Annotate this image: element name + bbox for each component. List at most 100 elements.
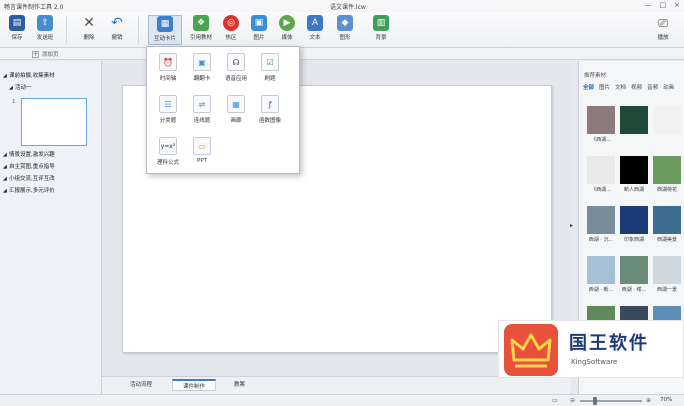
material-item[interactable]: 印象西湖 [620, 206, 648, 243]
material-thumbnail [653, 106, 681, 134]
outline-item[interactable]: ◢ 自主赏图,重点指导 [3, 162, 55, 170]
popup-item[interactable]: y=x² 理科公式 [151, 137, 185, 166]
cards-icon: ▦ [157, 16, 173, 32]
add-page-label: 添加页 [42, 52, 59, 58]
tab-courseware[interactable]: 课件制作 [172, 379, 217, 391]
zoom-value: 70% [660, 397, 673, 403]
tab-lesson-plan[interactable]: 教案 [224, 379, 255, 391]
shape-button[interactable]: ◆ 图形 [330, 15, 360, 45]
popup-item[interactable]: ☊ 语音应用 [219, 53, 253, 82]
zoom-out-icon[interactable]: ⊖ [570, 397, 575, 404]
zoom-slider-handle[interactable] [593, 397, 597, 405]
media-label: 媒体 [281, 35, 293, 41]
collapse-panel-arrow-icon[interactable]: ▸ [570, 222, 573, 229]
material-label: 西湖 · 沉... [588, 237, 614, 243]
watermark-name: 国王软件 [569, 333, 649, 354]
material-item[interactable]: 西湖一景 [653, 256, 681, 293]
shape-label: 图形 [339, 35, 351, 41]
popup-item[interactable]: ƒ 函数图像 [253, 95, 287, 124]
undo-button[interactable]: ↶ 撤销 [104, 15, 130, 45]
background-icon: ▥ [373, 15, 389, 31]
material-label: 断人西湖 [623, 187, 644, 193]
popup-item[interactable]: ⏰ 时间轴 [151, 53, 185, 82]
flip-card-icon: ▣ [193, 53, 211, 71]
crown-logo-icon [504, 324, 558, 376]
minimize-button[interactable]: — [645, 1, 652, 9]
outline-panel: ◢ 课前拍摄,收集素材 ◢ 活动一 1 ◢ 情景设置,激发兴趣 ◢ 自主赏图,重点指导 … [0, 61, 102, 394]
outline-item[interactable]: ◢ 情景设置,激发兴趣 [3, 150, 55, 158]
status-bar: ▭ ⊖ ⊕ 70% [0, 394, 684, 406]
delete-label: 删除 [83, 35, 95, 41]
material-item[interactable]: 《西湖... [587, 156, 615, 193]
material-thumbnail [620, 256, 648, 284]
material-thumbnail [653, 156, 681, 184]
picture-button[interactable]: ▣ 图片 [246, 15, 272, 45]
tab-animation[interactable]: 动画 [663, 83, 674, 91]
media-button[interactable]: ▶ 媒体 [274, 15, 300, 45]
material-item[interactable]: 西湖美景 [653, 206, 681, 243]
slide-thumbnail[interactable] [21, 98, 87, 146]
tab-image[interactable]: 图片 [599, 83, 610, 91]
classify-icon: ☷ [159, 95, 177, 113]
delete-button[interactable]: ✕ 删除 [76, 15, 102, 45]
hotspot-label: 热区 [225, 35, 237, 41]
popup-item[interactable]: ☑ 刷题 [253, 53, 287, 82]
tab-all[interactable]: 全部 [583, 83, 594, 91]
popup-item-label: 分类题 [159, 118, 177, 124]
material-item[interactable] [620, 106, 648, 136]
media-icon: ▶ [279, 15, 295, 31]
add-page-button[interactable]: + 添加页 [32, 50, 59, 58]
popup-item[interactable]: ⇌ 连线题 [185, 95, 219, 124]
popup-item[interactable]: ▦ 画廊 [219, 95, 253, 124]
interactive-card-popup: ⏰ 时间轴 ▣ 翻翻卡 ☊ 语音应用 ☑ 刷题 ☷ 分类题 ⇌ 连线题 ▦ 画廊 ƒ 函数图像 y=x² 理科公式… [146, 46, 300, 174]
delete-icon: ✕ [83, 15, 95, 31]
save-icon: ▤ [9, 15, 25, 31]
zoom-in-icon[interactable]: ⊕ [646, 397, 651, 404]
clock-icon: ⏰ [159, 53, 177, 71]
function-graph-icon: ƒ [261, 95, 279, 113]
tab-document[interactable]: 文档 [615, 83, 626, 91]
material-label: 西湖美景 [656, 237, 677, 243]
material-item[interactable]: 《西湖... [587, 106, 615, 143]
close-button[interactable]: × [674, 1, 680, 9]
file-title: 语文课件.lcw [330, 4, 366, 11]
material-label: 西湖荷花 [656, 187, 677, 193]
outline-label: 汇报展示,多元评价 [9, 188, 55, 194]
zoom-slider[interactable] [580, 400, 642, 402]
maximize-button[interactable]: □ [660, 1, 667, 9]
save-button[interactable]: ▤ 保存 [4, 15, 30, 45]
material-label: 西湖一景 [656, 287, 677, 293]
window-controls: — □ × [645, 1, 681, 9]
undo-label: 撤销 [111, 35, 123, 41]
material-item[interactable]: 西湖 · 沉... [587, 206, 615, 243]
send-class-button[interactable]: ⇪ 发送班 [32, 15, 58, 45]
tab-video[interactable]: 视频 [631, 83, 642, 91]
hotspot-button[interactable]: ◎ 热区 [218, 15, 244, 45]
popup-item[interactable]: ▣ 翻翻卡 [185, 53, 219, 82]
popup-item-label: 理科公式 [156, 160, 179, 166]
material-thumbnail [653, 256, 681, 284]
outline-item[interactable]: ◢ 汇报展示,多元评价 [3, 186, 55, 194]
outline-item[interactable]: ◢ 课前拍摄,收集素材 [3, 71, 55, 79]
outline-item[interactable]: ◢ 小组交流,互评互改 [3, 174, 55, 182]
reference-material-button[interactable]: ❖ 引用教材 [186, 15, 216, 45]
tab-audio[interactable]: 音频 [647, 83, 658, 91]
material-item[interactable]: 西湖 · 断... [587, 256, 615, 293]
outline-item[interactable]: ◢ 活动一 [9, 83, 32, 91]
interactive-card-button[interactable]: ▦ 互动卡片 [148, 15, 182, 45]
material-item[interactable]: 西湖 · 缕... [620, 256, 648, 293]
tab-activity-flow[interactable]: 活动流程 [120, 379, 162, 391]
outline-label: 小组交流,互评互改 [9, 176, 55, 182]
popup-item-label: 翻翻卡 [193, 76, 211, 82]
playback-button[interactable]: ⎚ 播放 [650, 15, 676, 45]
text-button[interactable]: A 文本 [302, 15, 328, 45]
material-item[interactable] [653, 106, 681, 136]
material-thumbnail [620, 206, 648, 234]
popup-item[interactable]: ☷ 分类题 [151, 95, 185, 124]
background-button[interactable]: ▥ 背景 [366, 15, 396, 45]
quiz-icon: ☑ [261, 53, 279, 71]
material-item[interactable]: 断人西湖 [620, 156, 648, 193]
popup-item[interactable]: ▭ PPT [185, 137, 219, 164]
material-item[interactable]: 西湖荷花 [653, 156, 681, 193]
fit-page-icon[interactable]: ▭ [552, 397, 558, 404]
